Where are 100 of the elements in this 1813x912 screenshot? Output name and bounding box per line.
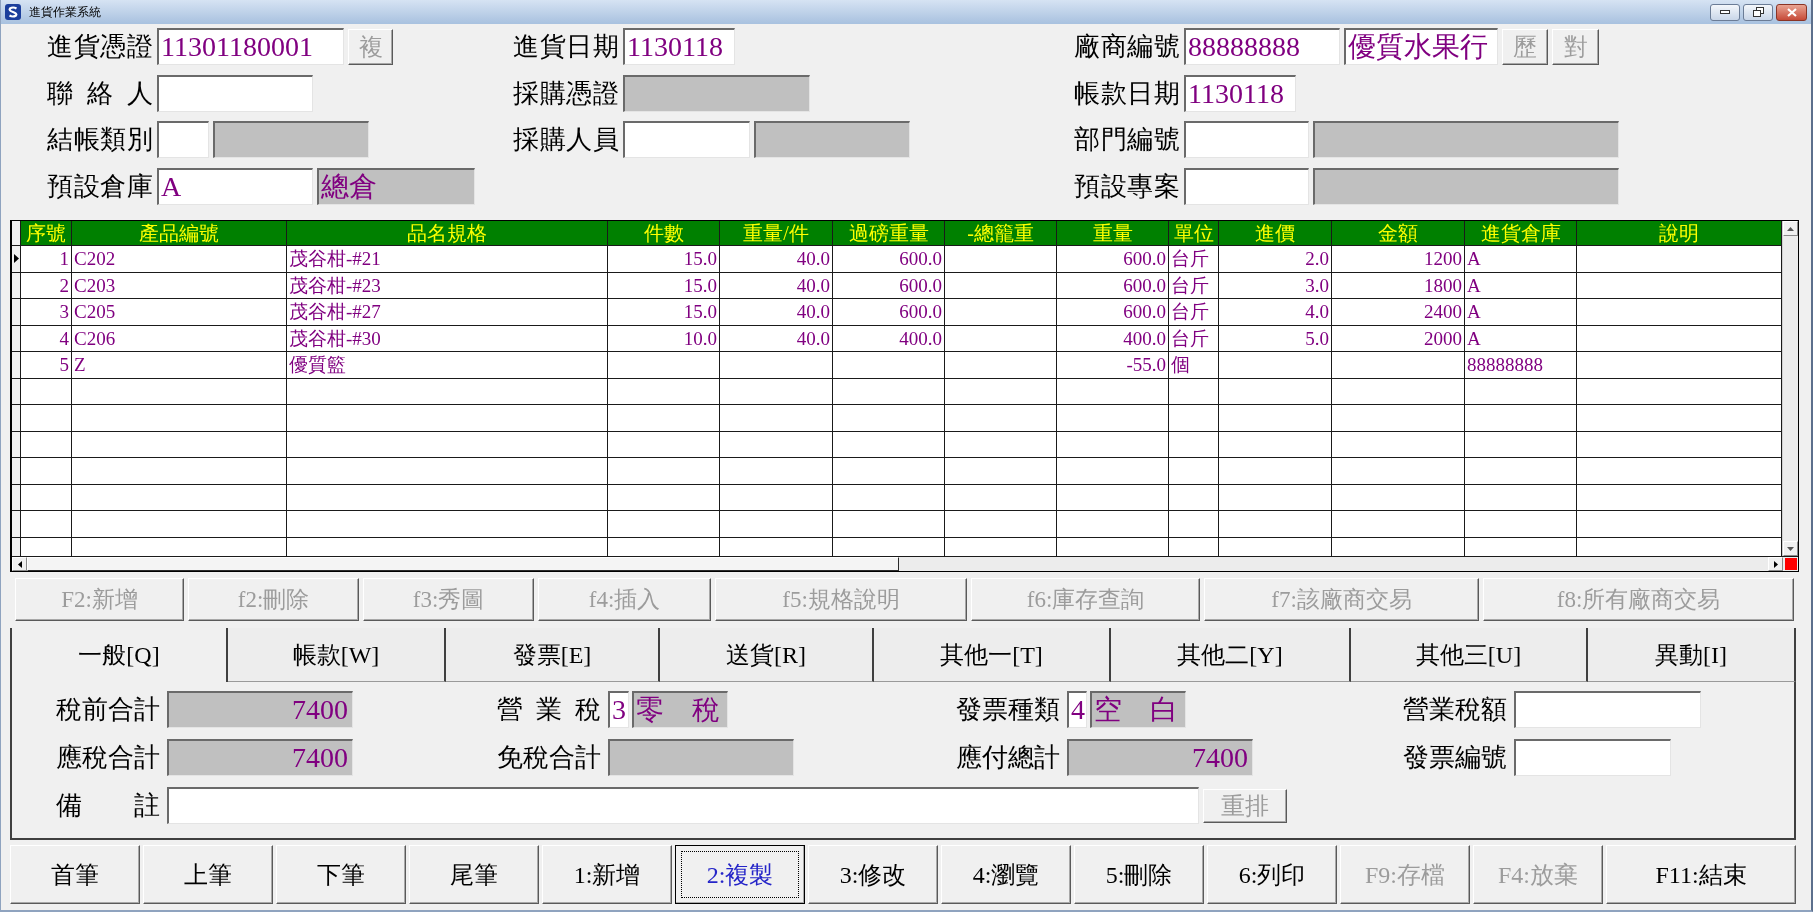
row-header-cell[interactable] — [12, 352, 21, 379]
column-header[interactable]: 說明 — [1577, 221, 1782, 246]
column-header[interactable]: 進貨倉庫 — [1465, 221, 1577, 246]
row-header-cell[interactable] — [12, 484, 21, 511]
row-header-cell[interactable] — [12, 431, 21, 458]
input-field[interactable]: 4 — [1067, 691, 1087, 728]
close-button[interactable] — [1776, 3, 1807, 21]
input-field[interactable]: 空 白 — [1090, 691, 1186, 728]
field-label: 發票編號 — [1403, 742, 1507, 774]
scroll-down-button[interactable] — [1783, 541, 1798, 556]
scrollbar-thumb[interactable] — [27, 557, 899, 571]
input-field[interactable] — [623, 74, 810, 112]
input-field[interactable] — [1313, 167, 1619, 205]
command-button[interactable]: F11:結束 — [1606, 845, 1796, 904]
tab[interactable]: 發票[E] — [446, 628, 660, 682]
input-field[interactable]: 1130118 — [1184, 74, 1296, 112]
input-field[interactable] — [1514, 691, 1701, 728]
tab[interactable]: 其他二[Y] — [1111, 628, 1351, 682]
column-header[interactable]: 單位 — [1169, 221, 1219, 246]
column-header[interactable]: 重量 — [1057, 221, 1169, 246]
command-button[interactable]: 1:新增 — [542, 845, 672, 904]
column-header[interactable]: 過磅重量 — [833, 221, 945, 246]
input-field[interactable] — [157, 121, 209, 158]
column-header[interactable]: 件數 — [608, 221, 720, 246]
vertical-scrollbar[interactable] — [1782, 221, 1798, 556]
row-header-cell[interactable] — [12, 299, 21, 326]
input-field[interactable] — [1313, 121, 1619, 158]
input-field[interactable]: A — [157, 167, 313, 205]
restore-button[interactable] — [1743, 3, 1773, 21]
input-field[interactable]: 零 稅 — [632, 691, 728, 728]
input-field[interactable]: 7400 — [167, 691, 353, 728]
input-field[interactable] — [213, 121, 369, 158]
scroll-left-button[interactable] — [12, 557, 27, 571]
field-label: 營業稅額 — [1403, 694, 1507, 726]
tab[interactable]: 送貨[R] — [660, 628, 874, 682]
table-cell: A — [1465, 325, 1577, 352]
row-header-cell[interactable] — [12, 511, 21, 538]
row-header-cell[interactable] — [12, 405, 21, 432]
input-field[interactable]: 7400 — [167, 739, 353, 776]
input-field[interactable] — [1184, 167, 1309, 205]
input-field[interactable]: 1130118 — [623, 28, 735, 65]
column-header[interactable]: 進價 — [1219, 221, 1332, 246]
field-label: 稅前合計 — [56, 694, 160, 726]
scroll-up-button[interactable] — [1783, 221, 1798, 236]
row-header-cell[interactable] — [12, 325, 21, 352]
command-button[interactable]: 3:修改 — [808, 845, 938, 904]
column-header[interactable]: 品名規格 — [287, 221, 608, 246]
table-cell — [21, 511, 72, 538]
input-field[interactable] — [1184, 121, 1309, 158]
row-header-cell[interactable] — [12, 246, 21, 273]
command-button[interactable]: 尾筆 — [409, 845, 539, 904]
input-field[interactable]: 11301180001 — [157, 28, 344, 65]
command-button[interactable]: 6:列印 — [1207, 845, 1337, 904]
row-header-cell[interactable] — [12, 272, 21, 299]
row-header-cell[interactable] — [12, 537, 21, 556]
table-cell: 40.0 — [720, 299, 833, 326]
tab[interactable]: 帳款[W] — [228, 628, 446, 682]
table-cell — [21, 431, 72, 458]
tab[interactable]: 異動[I] — [1588, 628, 1796, 682]
table-cell: C205 — [72, 299, 287, 326]
input-field[interactable] — [167, 787, 1199, 824]
scroll-right-button[interactable] — [1768, 557, 1783, 571]
horizontal-scrollbar[interactable] — [12, 556, 1798, 571]
input-field[interactable]: 總倉 — [317, 167, 475, 205]
command-button[interactable]: 2:複製 — [675, 845, 805, 904]
input-field[interactable] — [608, 739, 794, 776]
input-field[interactable] — [623, 121, 750, 158]
minimize-icon — [1720, 10, 1730, 14]
command-button[interactable]: 上筆 — [143, 845, 273, 904]
input-field[interactable] — [157, 74, 313, 112]
table-cell: 400.0 — [833, 325, 945, 352]
tab[interactable]: 其他三[U] — [1351, 628, 1588, 682]
row-header-cell[interactable] — [12, 458, 21, 485]
table-cell: A — [1465, 299, 1577, 326]
left-triangle-icon — [17, 560, 22, 568]
table-cell: 2400 — [1332, 299, 1465, 326]
close-icon — [1786, 7, 1797, 17]
minimize-button[interactable] — [1710, 3, 1740, 21]
tab[interactable]: 其他一[T] — [874, 628, 1111, 682]
table-cell: 40.0 — [720, 272, 833, 299]
input-field[interactable]: 88888888 — [1184, 28, 1340, 65]
input-field[interactable]: 7400 — [1067, 739, 1253, 776]
column-header[interactable]: 序號 — [21, 221, 72, 246]
input-field[interactable] — [754, 121, 910, 158]
field-label: 發票種類 — [956, 694, 1060, 726]
column-header[interactable]: -總籠重 — [945, 221, 1057, 246]
command-button[interactable]: 5:刪除 — [1074, 845, 1204, 904]
command-button[interactable]: 下筆 — [276, 845, 406, 904]
command-button[interactable]: 首筆 — [10, 845, 140, 904]
table-cell: C202 — [72, 246, 287, 273]
table-cell: 1200 — [1332, 246, 1465, 273]
table-cell: 個 — [1169, 352, 1219, 379]
column-header[interactable]: 重量/件 — [720, 221, 833, 246]
input-field[interactable] — [1514, 739, 1671, 776]
command-button[interactable]: 4:瀏覽 — [941, 845, 1071, 904]
input-field[interactable]: 3 — [608, 691, 629, 728]
row-header-cell[interactable] — [12, 378, 21, 405]
input-field[interactable]: 優質水果行 — [1344, 28, 1498, 65]
column-header[interactable]: 金額 — [1332, 221, 1465, 246]
column-header[interactable]: 產品編號 — [72, 221, 287, 246]
